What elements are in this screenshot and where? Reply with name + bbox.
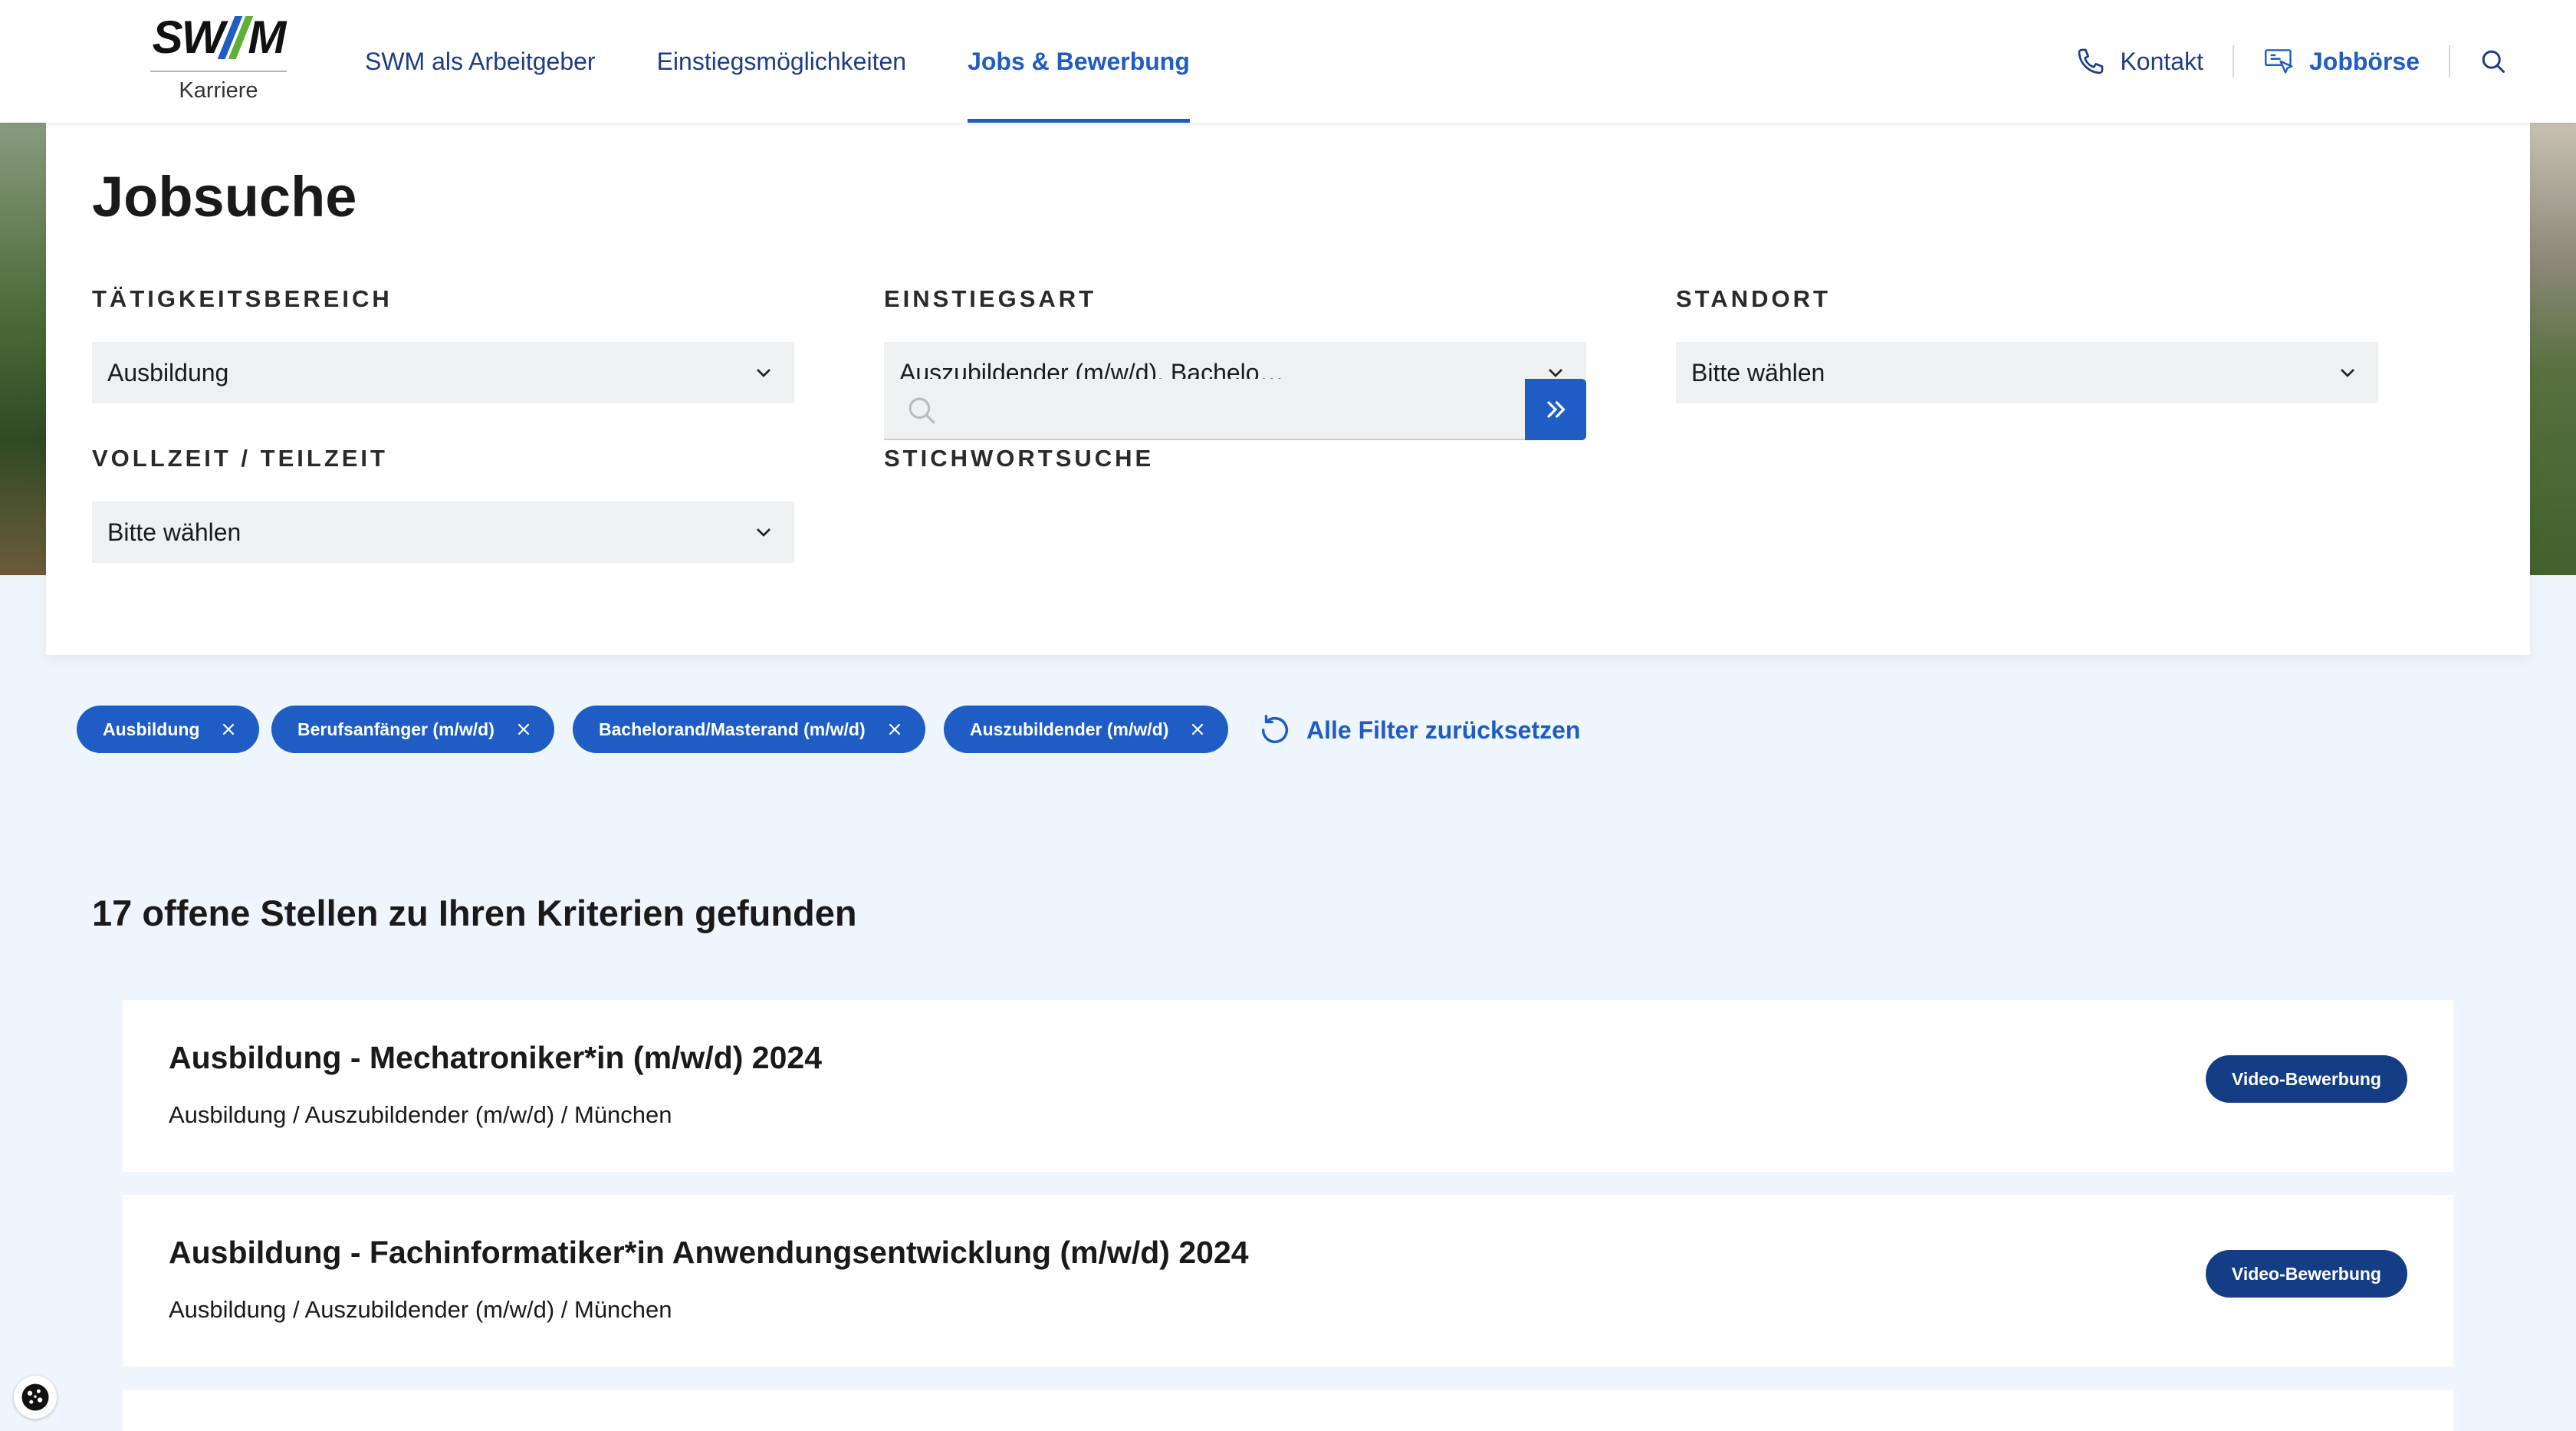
close-icon[interactable] (221, 722, 236, 737)
contact-link[interactable]: Kontakt (2075, 46, 2203, 77)
close-icon[interactable] (887, 722, 902, 737)
job-title[interactable]: Ausbildung - Fachinformatiker*in Anwendu… (169, 1235, 1249, 1271)
filter-label-standort: STANDORT (1676, 285, 1831, 312)
site-header: SW M Karriere SWM als Arbeitgeber Einsti… (0, 0, 2576, 123)
hero-photo-left (0, 123, 46, 575)
chip-label: Auszubildender (m/w/d) (970, 719, 1169, 739)
logo-divider (150, 71, 287, 72)
chip-label: Ausbildung (103, 719, 200, 739)
filter-label-einstiegsart: EINSTIEGSART (884, 285, 1097, 312)
jobboard-label: Jobbörse (2308, 47, 2420, 75)
header-actions: Kontakt Jobbörse (2075, 0, 2507, 123)
reset-filters-button[interactable]: Alle Filter zurücksetzen (1257, 709, 1580, 752)
select-standort[interactable]: Bitte wählen (1676, 342, 2378, 403)
keyword-search-submit-button[interactable] (1525, 379, 1586, 440)
select-value: Bitte wählen (1691, 359, 1825, 387)
job-title[interactable]: Ausbildung - Mechatroniker*in (m/w/d) 20… (169, 1040, 822, 1076)
keyword-search-input[interactable] (884, 379, 1525, 440)
nav-item-einstieg[interactable]: Einstiegsmöglichkeiten (657, 0, 907, 123)
logo-subtitle: Karriere (179, 78, 258, 103)
reset-icon (1261, 715, 1289, 744)
header-search-button[interactable] (2479, 48, 2507, 75)
select-taetigkeitsbereich[interactable]: Ausbildung (92, 342, 794, 403)
filter-chip[interactable]: Bachelorand/Masterand (m/w/d) (573, 706, 925, 753)
close-icon[interactable] (516, 722, 531, 737)
header-divider (2449, 45, 2450, 77)
chevron-down-icon (757, 369, 770, 377)
filter-label-stichwort: STICHWORTSUCHE (884, 445, 1155, 472)
contact-label: Kontakt (2120, 47, 2203, 75)
chip-label: Berufsanfänger (m/w/d) (297, 719, 495, 739)
filter-chip[interactable]: Berufsanfänger (m/w/d) (271, 706, 554, 753)
chevron-down-icon (2341, 369, 2354, 377)
filter-chip[interactable]: Auszubildender (m/w/d) (944, 706, 1229, 753)
job-list-item[interactable]: Ausbildung - Fachinformatiker*in Anwendu… (123, 1195, 2453, 1367)
header-divider (2232, 45, 2234, 77)
cookie-icon (21, 1383, 49, 1411)
results-count-heading: 17 offene Stellen zu Ihren Kriterien gef… (92, 893, 857, 933)
job-list-item[interactable]: Ausbildung - Mechatroniker*in (m/w/d) 20… (123, 1000, 2453, 1172)
chip-label: Bachelorand/Masterand (m/w/d) (599, 719, 866, 739)
swm-logo[interactable]: SW M Karriere (146, 11, 291, 110)
search-icon (2482, 50, 2505, 73)
search-icon (909, 397, 935, 424)
double-chevron-right-icon (1547, 401, 1566, 418)
video-application-badge: Video-Bewerbung (2205, 1250, 2407, 1298)
filter-chip[interactable]: Ausbildung (77, 706, 260, 753)
phone-icon (2078, 48, 2104, 74)
job-meta: Ausbildung / Auszubildender (m/w/d) / Mü… (169, 1296, 672, 1323)
close-icon[interactable] (1190, 722, 1205, 737)
filter-label-taetigkeitsbereich: TÄTIGKEITSBEREICH (92, 285, 393, 312)
nav-item-arbeitgeber[interactable]: SWM als Arbeitgeber (365, 0, 596, 123)
job-meta: Ausbildung / Auszubildender (m/w/d) / Mü… (169, 1101, 672, 1128)
chevron-down-icon (757, 528, 770, 537)
job-board-icon (2264, 49, 2293, 74)
page-title: Jobsuche (92, 165, 357, 229)
nav-item-jobs-bewerbung[interactable]: Jobs & Bewerbung (968, 0, 1190, 123)
reset-label: Alle Filter zurücksetzen (1306, 716, 1581, 744)
jobboard-link[interactable]: Jobbörse (2263, 46, 2420, 77)
cookie-settings-button[interactable] (14, 1376, 57, 1419)
select-vollzeit-teilzeit[interactable]: Bitte wählen (92, 502, 794, 563)
select-value: Bitte wählen (107, 518, 242, 546)
filter-label-vollzeit: VOLLZEIT / TEILZEIT (92, 445, 388, 472)
logo-mark: SW M (152, 12, 287, 63)
main-nav: SWM als Arbeitgeber Einstiegsmöglichkeit… (365, 0, 1251, 123)
video-application-badge: Video-Bewerbung (2205, 1055, 2407, 1103)
hero-photo-right (2530, 123, 2576, 575)
job-list-item[interactable] (123, 1390, 2453, 1431)
job-filter-card: Jobsuche TÄTIGKEITSBEREICH Ausbildung EI… (46, 123, 2530, 655)
select-value: Ausbildung (107, 359, 229, 387)
